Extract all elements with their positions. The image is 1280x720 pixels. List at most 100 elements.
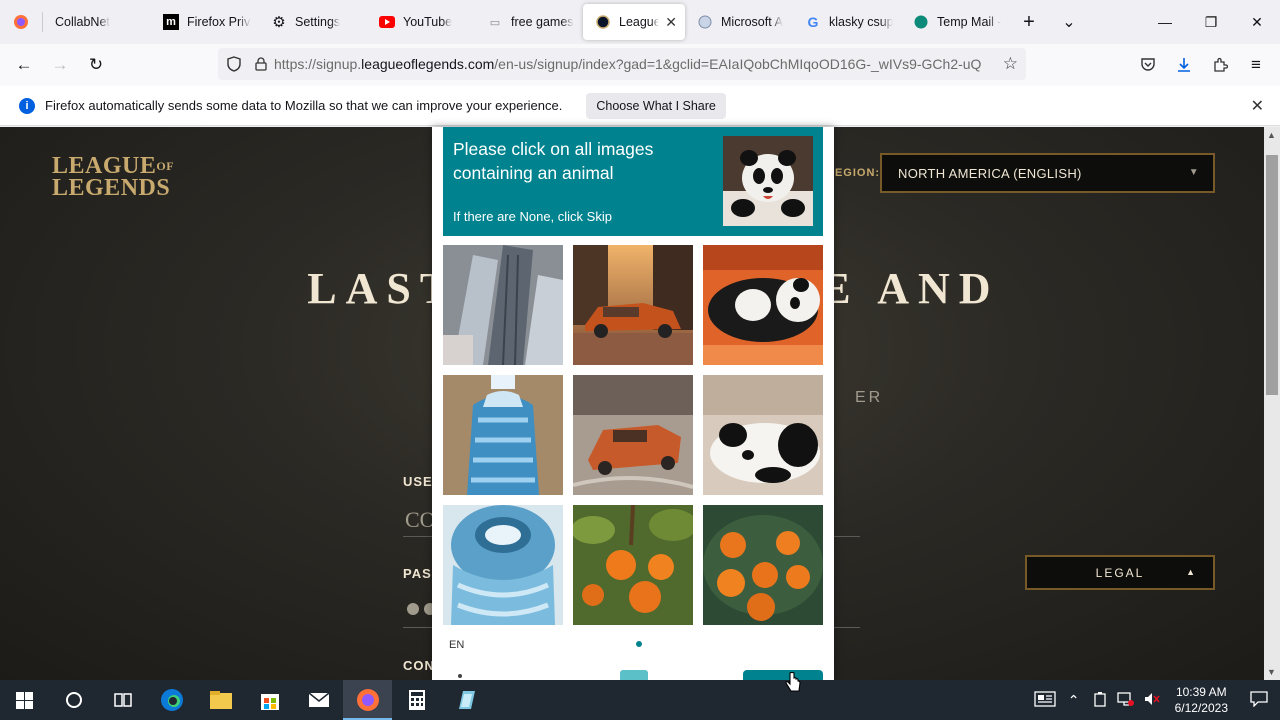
scrollbar-thumb[interactable] bbox=[1266, 155, 1278, 395]
tab-label: Temp Mail - bbox=[937, 15, 1001, 29]
back-icon[interactable]: ← bbox=[6, 49, 42, 81]
url-text[interactable]: https://signup.leagueoflegends.com/en-us… bbox=[274, 56, 988, 72]
task-view-icon[interactable] bbox=[98, 680, 147, 720]
subtitle-right: ER bbox=[855, 389, 884, 406]
scroll-up-icon[interactable]: ▲ bbox=[1267, 130, 1276, 140]
captcha-skip-hint: If there are None, click Skip bbox=[453, 209, 612, 224]
network-icon[interactable] bbox=[1114, 691, 1138, 710]
league-logo[interactable]: LEAGUEOF LEGENDS bbox=[52, 154, 175, 201]
firefox-view-icon[interactable] bbox=[0, 6, 42, 38]
url-prefix: https://signup. bbox=[274, 56, 362, 72]
choose-what-i-share-button[interactable]: Choose What I Share bbox=[586, 92, 726, 119]
navigation-toolbar: ← → ↻ https://signup.leagueoflegends.com… bbox=[0, 44, 1280, 86]
reload-icon[interactable]: ↻ bbox=[78, 49, 114, 81]
restore-icon[interactable]: ❐ bbox=[1188, 0, 1234, 44]
water-bottle-image[interactable] bbox=[443, 375, 563, 495]
news-icon[interactable] bbox=[1030, 690, 1060, 710]
notifications-icon[interactable] bbox=[1239, 690, 1279, 710]
tab-label: klasky csupo bbox=[829, 15, 893, 29]
legal-label: LEGAL bbox=[1095, 565, 1145, 580]
captcha-prompt: Please click on all images containing an… bbox=[453, 139, 654, 183]
tab-collabnet[interactable]: CollabNet bbox=[43, 4, 151, 40]
address-bar[interactable]: https://signup.leagueoflegends.com/en-us… bbox=[218, 48, 1026, 80]
clock-date: 6/12/2023 bbox=[1174, 701, 1228, 715]
panda-orange-image[interactable] bbox=[703, 245, 823, 365]
captcha-menu-icon[interactable] bbox=[458, 674, 462, 678]
mail-icon[interactable] bbox=[294, 680, 343, 720]
toolbar-right: ≡ bbox=[1130, 49, 1274, 81]
minimize-icon[interactable]: — bbox=[1142, 0, 1188, 44]
bottle-top-image[interactable] bbox=[443, 505, 563, 625]
tab-label: League of bbox=[619, 15, 660, 29]
captcha-language-select[interactable]: EN bbox=[449, 639, 464, 651]
downloads-icon[interactable] bbox=[1166, 49, 1202, 81]
window-controls: — ❐ ✕ bbox=[1142, 0, 1280, 44]
shield-icon[interactable] bbox=[226, 56, 242, 72]
file-explorer-icon[interactable] bbox=[196, 680, 245, 720]
username-label: USE bbox=[403, 474, 433, 489]
url-domain: leagueoflegends.com bbox=[361, 56, 495, 72]
tab-youtube[interactable]: YouTube bbox=[367, 4, 475, 40]
taskbar-clock[interactable]: 10:39 AM 6/12/2023 bbox=[1175, 684, 1228, 716]
tab-microsoft[interactable]: Microsoft A bbox=[685, 4, 793, 40]
logo-of: OF bbox=[156, 159, 175, 173]
lock-icon[interactable] bbox=[254, 57, 268, 71]
confirm-password-label: CON bbox=[403, 658, 435, 673]
hand-cursor-icon bbox=[784, 671, 802, 696]
tempmail-icon bbox=[913, 14, 929, 30]
tab-temp-mail[interactable]: Temp Mail - bbox=[901, 4, 1009, 40]
cortana-icon[interactable] bbox=[49, 680, 98, 720]
info-icon: i bbox=[19, 97, 35, 114]
chevron-up-icon[interactable]: ⌃ bbox=[1062, 692, 1086, 709]
pocket-icon[interactable] bbox=[1130, 49, 1166, 81]
forward-icon[interactable]: → bbox=[42, 49, 78, 81]
captcha-progress-dot bbox=[636, 641, 642, 647]
firefox-taskbar-icon[interactable] bbox=[343, 680, 392, 720]
extensions-icon[interactable] bbox=[1202, 49, 1238, 81]
region-select[interactable]: NORTH AMERICA (ENGLISH) ▼ bbox=[880, 153, 1215, 193]
panda-sleeping-image[interactable] bbox=[703, 375, 823, 495]
captcha-image-grid bbox=[443, 245, 823, 625]
menu-icon[interactable]: ≡ bbox=[1238, 49, 1274, 81]
page-icon: ▭ bbox=[489, 16, 501, 29]
close-window-icon[interactable]: ✕ bbox=[1234, 0, 1280, 44]
tab-firefox-privacy[interactable]: m Firefox Privacy bbox=[151, 4, 259, 40]
clock-time: 10:39 AM bbox=[1175, 685, 1227, 699]
orange-tree-image[interactable] bbox=[573, 505, 693, 625]
oranges-image[interactable] bbox=[703, 505, 823, 625]
logo-line2: LEGENDS bbox=[52, 175, 171, 201]
tab-klasky-csupo[interactable]: G klasky csupo bbox=[793, 4, 901, 40]
skyscrapers-image[interactable] bbox=[443, 245, 563, 365]
subtitle-left: YO bbox=[25, 389, 465, 407]
tab-settings[interactable]: ⚙ Settings bbox=[259, 4, 367, 40]
close-notification-icon[interactable]: ✕ bbox=[1251, 96, 1264, 116]
tab-league-of-legends[interactable]: League of ✕ bbox=[583, 4, 685, 40]
legal-button[interactable]: LEGAL ▲ bbox=[1025, 555, 1215, 590]
close-tab-icon[interactable]: ✕ bbox=[665, 14, 677, 31]
battery-icon[interactable] bbox=[1088, 691, 1112, 710]
new-tab-icon[interactable]: + bbox=[1013, 6, 1045, 38]
list-tabs-icon[interactable]: ⌄ bbox=[1053, 6, 1085, 38]
notification-text: Firefox automatically sends some data to… bbox=[45, 98, 563, 113]
calculator-icon[interactable] bbox=[392, 680, 441, 720]
car-wreck-image[interactable] bbox=[573, 375, 693, 495]
microsoft-store-icon[interactable] bbox=[245, 680, 294, 720]
username-input[interactable]: CO bbox=[405, 507, 436, 533]
windows-start-icon[interactable] bbox=[0, 680, 49, 720]
region-value: NORTH AMERICA (ENGLISH) bbox=[898, 165, 1082, 181]
tab-label: CollabNet bbox=[55, 15, 110, 29]
captcha-submit-button[interactable] bbox=[743, 670, 823, 680]
bookmark-star-icon[interactable]: ☆ bbox=[1003, 54, 1018, 74]
tab-free-games[interactable]: ▭ free games bbox=[475, 4, 583, 40]
edge-icon[interactable] bbox=[147, 680, 196, 720]
volume-muted-icon[interactable] bbox=[1140, 691, 1164, 710]
captcha-header: Please click on all images containing an… bbox=[443, 127, 823, 236]
car-sunset-image[interactable] bbox=[573, 245, 693, 365]
region-label: REGION: bbox=[826, 167, 881, 179]
hcaptcha-challenge: Please click on all images containing an… bbox=[432, 127, 834, 680]
notepad-icon[interactable] bbox=[441, 680, 490, 720]
tab-label: YouTube bbox=[403, 15, 453, 29]
tab-label: Settings bbox=[295, 15, 341, 29]
scroll-down-icon[interactable]: ▼ bbox=[1267, 667, 1276, 677]
page-scrollbar[interactable]: ▲ ▼ bbox=[1264, 127, 1280, 680]
